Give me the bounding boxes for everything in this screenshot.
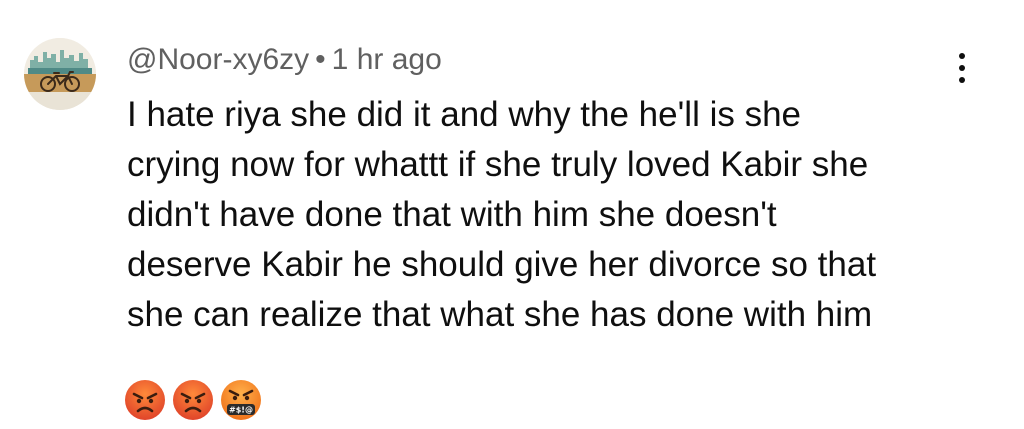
comment-item: @Noor-xy6zy • 1 hr ago I hate riya she did…	[0, 0, 1024, 429]
more-vertical-icon-dot	[959, 77, 965, 83]
comment-timestamp[interactable]: 1 hr ago	[332, 43, 442, 76]
comment-text-line: didn't have done that with him she doesn…	[127, 195, 777, 234]
comment-text: I hate riya she did it and why the he'll…	[127, 90, 967, 340]
comment-header: @Noor-xy6zy • 1 hr ago	[127, 40, 442, 80]
comment-text-line: crying now for whattt if she truly loved…	[127, 145, 869, 184]
angry-face-emoji-icon	[125, 380, 165, 420]
author-name[interactable]: @Noor-xy6zy	[127, 43, 309, 76]
comment-text-line: she can realize that what she has done w…	[127, 295, 873, 334]
emoji-row: #$!@	[124, 379, 262, 421]
angry-face-emoji-icon	[173, 380, 213, 420]
more-options-button[interactable]	[948, 48, 976, 88]
bicycle-cityscape-avatar-icon	[24, 38, 96, 110]
comment-text-line: I hate riya she did it and why the he'll…	[127, 95, 802, 134]
cursing-face-emoji-icon: #$!@	[221, 380, 261, 420]
avatar[interactable]	[24, 38, 96, 110]
separator-dot: •	[315, 43, 326, 76]
cursing-symbols: #$!@	[229, 406, 253, 415]
more-vertical-icon-dot	[959, 65, 965, 71]
more-vertical-icon	[959, 53, 965, 59]
comment-text-line: deserve Kabir he should give her divorce…	[127, 245, 877, 284]
